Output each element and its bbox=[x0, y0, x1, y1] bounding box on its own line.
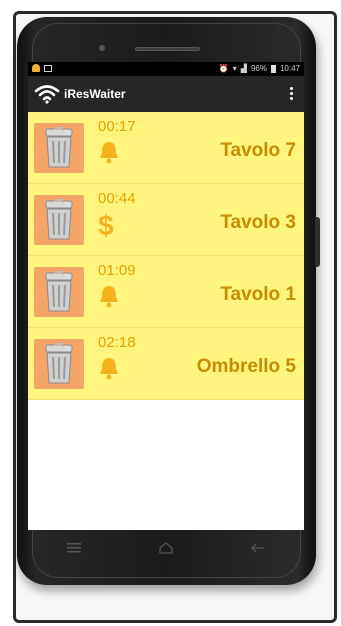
status-time: 10:47 bbox=[279, 64, 300, 73]
bell-icon bbox=[100, 358, 118, 380]
trash-icon bbox=[45, 127, 73, 168]
trash-icon bbox=[45, 343, 73, 384]
list-item[interactable]: 00:17 Tavolo 7 bbox=[28, 112, 304, 184]
list-item[interactable]: 00:44 $ Tavolo 3 bbox=[28, 184, 304, 256]
wifi-status-icon: ▾ bbox=[232, 64, 237, 73]
battery-icon bbox=[270, 64, 276, 73]
delete-button[interactable] bbox=[34, 195, 84, 245]
delete-button[interactable] bbox=[34, 267, 84, 317]
side-button bbox=[315, 217, 320, 267]
table-name: Tavolo 3 bbox=[220, 212, 296, 233]
trash-icon bbox=[45, 199, 73, 240]
menu-icon[interactable] bbox=[59, 536, 89, 560]
wifi-logo-icon bbox=[34, 85, 60, 104]
orders-list: 00:17 Tavolo 7 00:44 $ Tavolo 3 01:09 Ta… bbox=[28, 112, 304, 400]
delete-button[interactable] bbox=[34, 123, 84, 173]
order-time: 01:09 bbox=[98, 262, 136, 279]
battery-percent: 96% bbox=[250, 64, 267, 73]
delete-button[interactable] bbox=[34, 339, 84, 389]
action-bar: iResWaiter bbox=[28, 76, 304, 112]
alarm-icon: ⏰ bbox=[218, 64, 229, 73]
table-name: Ombrello 5 bbox=[196, 356, 296, 377]
list-item[interactable]: 01:09 Tavolo 1 bbox=[28, 256, 304, 328]
notification-bell-icon bbox=[32, 64, 40, 72]
overflow-menu-icon[interactable] bbox=[288, 86, 294, 102]
order-time: 00:44 bbox=[98, 190, 136, 207]
image-notification-icon bbox=[44, 64, 52, 72]
back-icon[interactable] bbox=[243, 536, 273, 560]
bell-icon bbox=[100, 142, 118, 164]
list-item[interactable]: 02:18 Ombrello 5 bbox=[28, 328, 304, 400]
app-title: iResWaiter bbox=[64, 87, 126, 101]
status-bar: ⏰ ▾ ▟ 96% 10:47 bbox=[28, 62, 304, 76]
dollar-icon: $ bbox=[98, 210, 114, 241]
bell-icon bbox=[100, 286, 118, 308]
signal-icon: ▟ bbox=[240, 64, 247, 73]
trash-icon bbox=[45, 271, 73, 312]
order-time: 00:17 bbox=[98, 118, 136, 135]
home-icon[interactable] bbox=[151, 536, 181, 560]
app-screen: ⏰ ▾ ▟ 96% 10:47 iResWaiter 00:17 Tavolo … bbox=[28, 62, 304, 530]
earpiece bbox=[135, 47, 200, 51]
table-name: Tavolo 1 bbox=[220, 284, 296, 305]
table-name: Tavolo 7 bbox=[220, 140, 296, 161]
front-camera bbox=[99, 45, 105, 51]
order-time: 02:18 bbox=[98, 334, 136, 351]
navigation-bar bbox=[28, 530, 304, 566]
